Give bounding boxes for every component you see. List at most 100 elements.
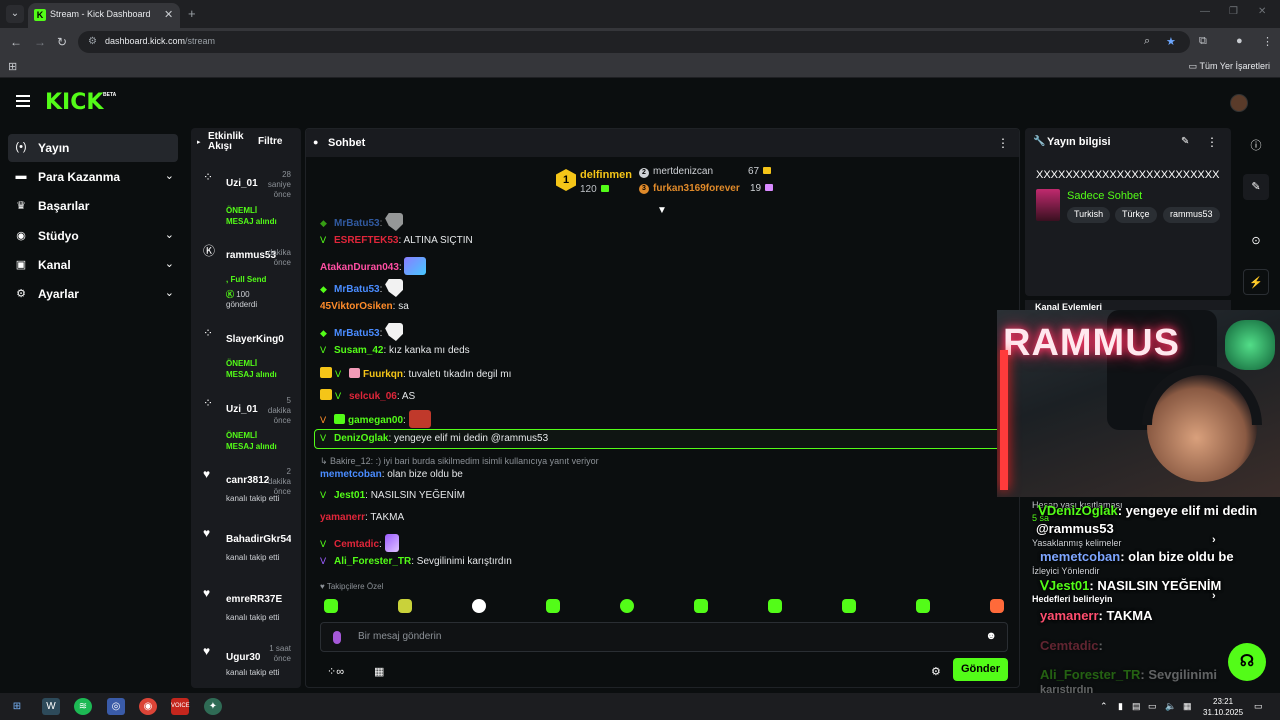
microphone-icon[interactable] [333,631,341,644]
network-tray-icon[interactable]: ▤ [1132,701,1141,712]
info-icon[interactable]: ⓘ [1243,133,1269,159]
chat-message[interactable]: 45ViktorOsiken: sa [320,301,409,312]
zoom-icon[interactable]: ⌕ [1144,35,1150,48]
extensions-icon[interactable]: ⧉ [1199,35,1207,48]
chat-username[interactable]: Cemtadic [334,539,379,550]
chat-username[interactable]: selcuk_06 [349,391,397,402]
emote-icon[interactable] [472,599,486,613]
chat-message[interactable]: ◆ MrBatu53: [320,213,404,231]
chat-message[interactable]: memetcoban: olan bize oldu be [320,469,463,480]
store-icon[interactable]: ▦ [374,665,384,678]
leaderboard-second-name[interactable]: mertdenizcan [653,166,713,177]
sidebar-item-monetization[interactable]: ▬ Para Kazanma ⌄ [8,163,178,191]
notifications-icon[interactable]: ▭ [1254,701,1263,712]
camera-icon[interactable]: ⊙ [1243,228,1269,254]
chat-username[interactable]: Susam_42 [334,345,383,356]
chat-message[interactable]: yamanerr: TAKMA [320,512,404,523]
leaderboard-third-name[interactable]: furkan3169forever [653,183,740,194]
language-icon[interactable]: ▦ [1183,701,1192,712]
emote-icon[interactable] [546,599,560,613]
chat-username[interactable]: DenizOglak [334,433,388,444]
chat-username[interactable]: MrBatu53 [334,284,380,295]
sidebar-item-achievements[interactable]: ♛ Başarılar [8,192,178,220]
gear-icon[interactable]: ⚙ [931,665,941,678]
collapse-icon[interactable]: ▸ [197,138,201,146]
edit-icon[interactable]: ✎ [1181,136,1189,147]
chrome-icon[interactable]: ◉ [139,698,157,715]
chat-username[interactable]: 45ViktorOsiken [320,301,393,312]
support-chat-button[interactable]: ☊ [1228,643,1266,681]
chat-message[interactable]: ᐯ Fuurkqn: tuvaletı tıkadın degil mı [320,367,511,380]
whatsapp-icon[interactable]: W [42,698,60,715]
sidebar-item-channel[interactable]: ▣ Kanal ⌄ [8,251,178,279]
apps-grid-icon[interactable]: ⊞ [8,60,17,73]
all-bookmarks-button[interactable]: ▭ Tüm Yer İşaretleri [1189,61,1270,72]
emote-icon[interactable] [324,599,338,613]
reload-icon[interactable]: ↻ [57,35,67,49]
monitor-tray-icon[interactable]: ▭ [1148,701,1157,712]
volume-icon[interactable]: 🔈 [1165,701,1176,712]
windows-start-icon[interactable]: ⊞ [8,698,26,715]
filter-button[interactable]: Filtre [258,136,282,147]
chat-menu-icon[interactable]: ⋮ [997,136,1009,150]
browser-tab[interactable]: K Stream - Kick Dashboard ✕ [28,3,180,28]
emote-icon[interactable] [842,599,856,613]
stream-info-menu-icon[interactable]: ⋮ [1206,135,1218,149]
site-info-icon[interactable]: ⚙ [88,36,97,47]
close-window-icon[interactable]: ✕ [1258,6,1266,17]
sidebar-item-stream[interactable]: (•) Yayın [8,134,178,162]
chat-username[interactable]: yamanerr [320,512,365,523]
chat-message[interactable]: ◆ MrBatu53: [320,323,404,341]
emote-icon[interactable] [916,599,930,613]
menu-icon[interactable] [16,95,30,107]
emoji-picker-icon[interactable]: ☻ [985,630,997,642]
tray-chevron-icon[interactable]: ⌃ [1100,701,1108,712]
send-button[interactable]: Gönder [953,658,1008,681]
lightning-icon[interactable]: ⚡ [1243,269,1269,295]
stream-category[interactable]: Sadece Sohbet [1067,190,1142,202]
mic-tray-icon[interactable]: ▮ [1118,701,1123,712]
emote-icon[interactable] [694,599,708,613]
emote-icon[interactable] [398,599,412,613]
chat-username[interactable]: memetcoban [320,469,382,480]
chat-message[interactable]: ᐯ Ali_Forester_TR: Sevgilinimi karıştırdı… [320,556,512,567]
app-icon[interactable]: ✦ [204,698,222,715]
chat-username[interactable]: MrBatu53 [334,218,380,229]
chat-message[interactable]: ◆ MrBatu53: [320,279,404,297]
chat-message[interactable]: ᐯ ESREFTEK53: ALTINA SIÇTIN [320,235,473,246]
chat-message[interactable]: ᐯ gamegan00: [320,410,431,428]
sidebar-item-settings[interactable]: ⚙ Ayarlar ⌄ [8,280,178,308]
chat-username[interactable]: Fuurkqn [363,369,403,380]
maximize-icon[interactable]: ❐ [1229,6,1238,17]
chat-username[interactable]: Jest01 [334,490,365,501]
new-tab-icon[interactable]: + [188,6,196,21]
back-icon[interactable]: ← [10,35,22,49]
browser-menu-icon[interactable]: ⋮ [1262,35,1273,48]
chat-message[interactable]: ᐯ Jest01: NASILSIN YEĞENİM [320,490,465,501]
chat-message[interactable]: AtakanDuran043: [320,257,427,275]
chat-username[interactable]: AtakanDuran043 [320,262,399,273]
profile-icon[interactable]: ● [1236,35,1243,47]
collapse-leaderboard-icon[interactable]: ▼ [657,205,667,216]
chat-settings-icon[interactable]: ⁘∞ [327,665,344,678]
kick-logo[interactable]: KICK [45,90,103,115]
tab-search-icon[interactable]: ⌄ [6,5,24,23]
sidebar-item-studio[interactable]: ◉ Stüdyo ⌄ [8,222,178,250]
chat-input[interactable]: Bir mesaj gönderin ☻ [320,622,1008,652]
url-field[interactable]: ⚙ dashboard.kick.com/stream [78,31,1190,53]
discord-icon[interactable]: ◎ [107,698,125,715]
chat-username[interactable]: Ali_Forester_TR [334,556,411,567]
avatar[interactable] [1230,94,1248,112]
taskbar-clock[interactable]: 23:21 31.10.2025 [1203,696,1243,718]
chat-message-mention[interactable]: ᐯ DenizOglak: yengeye elif mi dedin @ramm… [320,433,548,444]
tab-close-icon[interactable]: ✕ [164,8,173,21]
emote-icon[interactable] [620,599,634,613]
forward-icon[interactable]: → [34,35,46,49]
chat-message[interactable]: ᐯ Cemtadic: [320,534,399,552]
spotify-icon[interactable]: ≋ [74,698,92,715]
chat-username[interactable]: MrBatu53 [334,328,380,339]
bookmark-star-icon[interactable]: ★ [1166,35,1176,48]
edit-panel-icon[interactable]: ✎ [1243,174,1269,200]
chat-message[interactable]: ᐯ selcuk_06: AS [320,389,415,402]
emote-icon[interactable] [990,599,1004,613]
